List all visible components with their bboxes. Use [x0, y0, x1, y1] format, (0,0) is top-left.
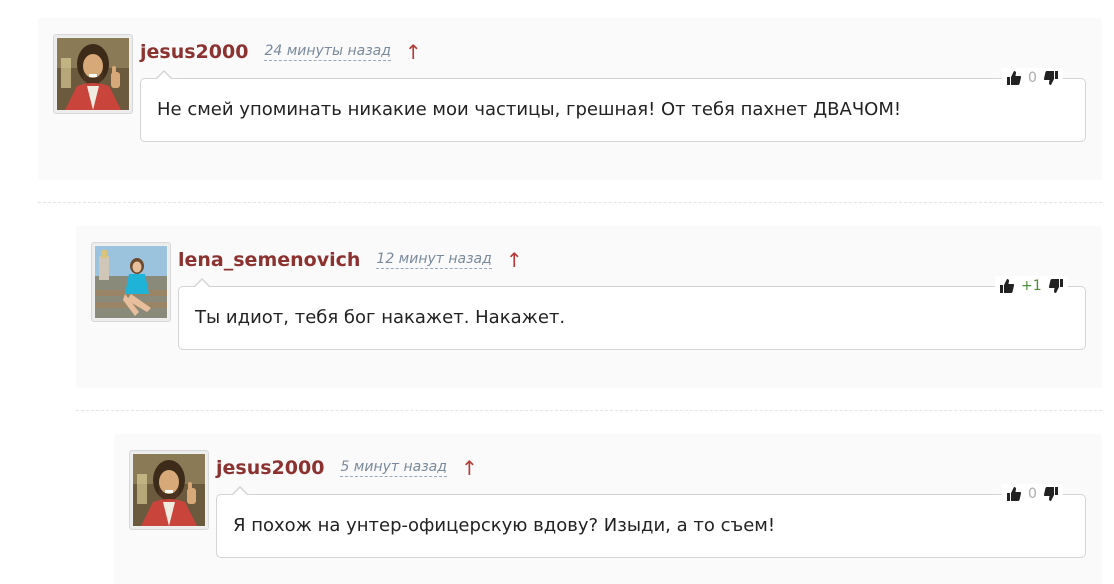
parent-arrow-icon[interactable]: ↑	[506, 250, 523, 270]
timestamp-link[interactable]: 24 минуты назад	[264, 43, 391, 61]
username-link[interactable]: lena_semenovich	[178, 249, 360, 271]
comment-text: Не смей упоминать никакие мои частицы, г…	[157, 99, 902, 120]
avatar[interactable]	[129, 450, 209, 530]
vote-controls: 0	[1002, 68, 1063, 88]
comment-bubble: Ты идиот, тебя бог накажет. Накажет.	[178, 278, 1086, 350]
comment-2: lena_semenovich 12 минут назад ↑ Ты идио…	[76, 226, 1102, 388]
comment-divider	[38, 202, 1102, 203]
comment-text: Ты идиот, тебя бог накажет. Накажет.	[195, 307, 566, 328]
comment-bubble: Я похож на унтер-офицерскую вдову? Изыди…	[216, 486, 1086, 558]
comment-text: Я похож на унтер-офицерскую вдову? Изыди…	[233, 515, 776, 536]
bubble-divider	[181, 78, 989, 79]
bubble-divider	[257, 494, 989, 495]
comment-divider	[76, 410, 1102, 411]
comment-bubble: Не смей упоминать никакие мои частицы, г…	[140, 70, 1086, 142]
comment-meta: jesus2000 24 минуты назад ↑	[140, 37, 422, 67]
lena-avatar-image	[95, 246, 167, 318]
vote-score: 0	[1028, 486, 1037, 502]
avatar[interactable]	[53, 34, 133, 114]
comment-meta: jesus2000 5 минут назад ↑	[216, 453, 478, 483]
thumbs-down-icon[interactable]	[1043, 70, 1059, 86]
parent-arrow-icon[interactable]: ↑	[461, 458, 478, 478]
comment-meta: lena_semenovich 12 минут назад ↑	[178, 245, 523, 275]
comment-1: jesus2000 24 минуты назад ↑ Не смей упом…	[38, 18, 1102, 180]
thumbs-down-icon[interactable]	[1043, 486, 1059, 502]
avatar[interactable]	[91, 242, 171, 322]
bubble-divider	[219, 286, 989, 287]
jesus-avatar-image	[57, 38, 129, 110]
vote-controls: +1	[995, 276, 1068, 296]
thumbs-down-icon[interactable]	[1048, 278, 1064, 294]
thumbs-up-icon[interactable]	[999, 278, 1015, 294]
username-link[interactable]: jesus2000	[216, 457, 324, 479]
vote-score: 0	[1028, 70, 1037, 86]
comment-3: jesus2000 5 минут назад ↑ Я похож на унт…	[114, 434, 1102, 584]
username-link[interactable]: jesus2000	[140, 41, 248, 63]
parent-arrow-icon[interactable]: ↑	[405, 42, 422, 62]
timestamp-link[interactable]: 12 минут назад	[376, 251, 492, 269]
vote-controls: 0	[1002, 484, 1063, 504]
timestamp-link[interactable]: 5 минут назад	[340, 459, 447, 477]
thumbs-up-icon[interactable]	[1006, 70, 1022, 86]
jesus-avatar-image	[133, 454, 205, 526]
thumbs-up-icon[interactable]	[1006, 486, 1022, 502]
vote-score: +1	[1021, 278, 1042, 294]
